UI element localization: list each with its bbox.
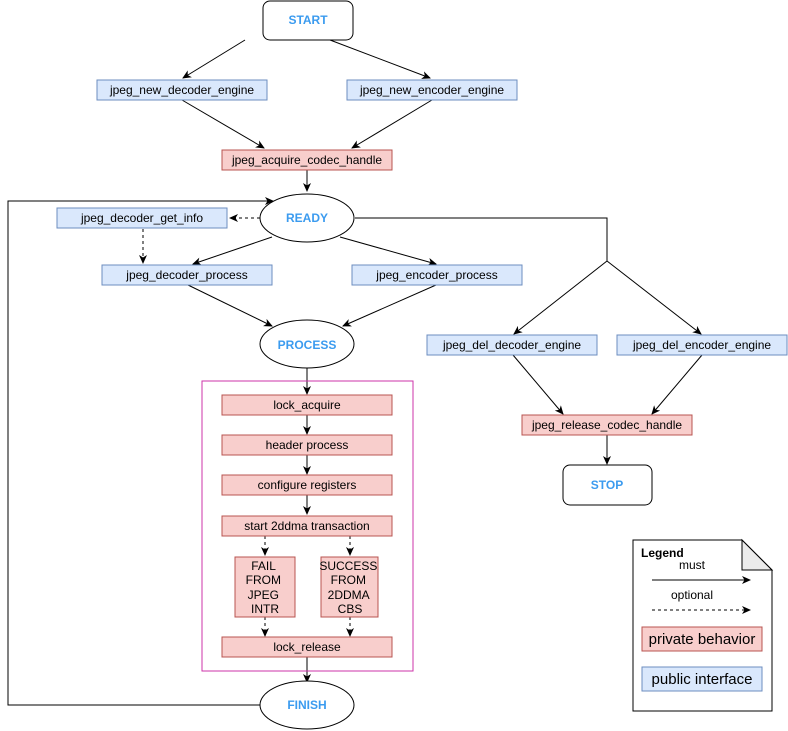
node-lock-acquire-label: lock_acquire (273, 398, 341, 412)
node-decoder-process: jpeg_decoder_process (101, 264, 273, 286)
edge-split-to-del-decoder (513, 260, 608, 335)
edge-ready-to-decoder-process (192, 236, 273, 266)
node-configure-registers: configure registers (221, 474, 393, 496)
node-configure-registers-label: configure registers (258, 478, 357, 492)
edge-del-decoder-to-release (512, 354, 564, 415)
fail-line-2: FROM (246, 573, 281, 587)
state-ready: READY (259, 193, 355, 243)
fail-line-3: JPEG (248, 588, 279, 602)
node-decoder-get-info-label: jpeg_decoder_get_info (80, 211, 203, 225)
state-process: PROCESS (259, 319, 355, 369)
edge-new-decoder-to-acquire (181, 99, 265, 149)
edge-start-to-new-encoder (329, 39, 431, 79)
node-del-encoder-engine-label: jpeg_del_encoder_engine (632, 338, 771, 352)
legend-fold-icon (741, 538, 774, 571)
state-start: START (262, 0, 354, 41)
node-start-2ddma-label: start 2ddma transaction (244, 519, 369, 533)
state-stop: STOP (562, 464, 653, 506)
node-encoder-process: jpeg_encoder_process (351, 264, 523, 286)
node-del-encoder-engine: jpeg_del_encoder_engine (616, 334, 788, 356)
edge-new-encoder-to-acquire (351, 99, 433, 149)
fail-line-4: INTR (251, 602, 279, 616)
node-lock-acquire: lock_acquire (221, 394, 393, 416)
node-del-decoder-engine-label: jpeg_del_decoder_engine (442, 338, 581, 352)
success-line-4: CBS (338, 602, 363, 616)
edge-split-to-del-encoder (606, 260, 702, 335)
node-release-codec-handle: jpeg_release_codec_handle (521, 414, 693, 436)
node-lock-release-label: lock_release (273, 640, 341, 654)
node-encoder-process-label: jpeg_encoder_process (375, 268, 497, 282)
node-release-codec-handle-label: jpeg_release_codec_handle (531, 418, 682, 432)
node-decoder-process-label: jpeg_decoder_process (125, 268, 247, 282)
node-del-decoder-engine: jpeg_del_decoder_engine (426, 334, 598, 356)
node-fail-label: FAIL FROM JPEG INTR (246, 559, 285, 616)
state-finish-label: FINISH (287, 698, 326, 712)
success-line-1: SUCCESS (319, 559, 377, 573)
node-success-from-2ddma-cbs: SUCCESS FROM 2DDMA CBS (319, 556, 379, 618)
node-decoder-get-info: jpeg_decoder_get_info (56, 207, 228, 229)
state-stop-label: STOP (591, 478, 623, 492)
node-new-encoder-engine: jpeg_new_encoder_engine (346, 79, 518, 101)
state-ready-label: READY (286, 211, 328, 225)
edge-start-to-new-decoder (182, 39, 246, 79)
success-line-3: 2DDMA (328, 588, 370, 602)
legend-private-label: private behavior (649, 631, 756, 648)
node-header-process: header process (221, 434, 393, 456)
state-process-label: PROCESS (278, 338, 337, 352)
legend-title: Legend (641, 546, 684, 560)
legend: Legend must optional private behavior pu… (632, 538, 774, 712)
node-new-encoder-engine-label: jpeg_new_encoder_engine (359, 83, 504, 97)
node-lock-release: lock_release (221, 636, 393, 658)
node-start-2ddma: start 2ddma transaction (221, 515, 393, 537)
edge-decoder-process-to-process (187, 284, 273, 327)
legend-public-label: public interface (652, 671, 753, 688)
edge-del-encoder-to-release (651, 354, 703, 415)
node-acquire-codec-handle: jpeg_acquire_codec_handle (221, 149, 393, 171)
edge-ready-to-split (355, 217, 608, 261)
node-new-decoder-engine: jpeg_new_decoder_engine (96, 79, 268, 101)
fail-line-1: FAIL (251, 559, 276, 573)
flowchart: START READY PROCESS FINISH STOP jpeg_new… (7, 0, 788, 730)
state-finish: FINISH (259, 680, 355, 730)
edge-encoder-process-to-process (342, 284, 437, 327)
node-new-decoder-engine-label: jpeg_new_decoder_engine (109, 83, 254, 97)
node-header-process-label: header process (266, 438, 349, 452)
state-start-label: START (288, 13, 328, 27)
legend-must-label: must (679, 558, 706, 572)
success-line-2: FROM (331, 573, 366, 587)
legend-optional-label: optional (671, 588, 713, 602)
edge-ready-to-encoder-process (339, 236, 437, 266)
node-acquire-codec-handle-label: jpeg_acquire_codec_handle (231, 153, 382, 167)
node-fail-from-jpeg-intr: FAIL FROM JPEG INTR (234, 556, 296, 618)
